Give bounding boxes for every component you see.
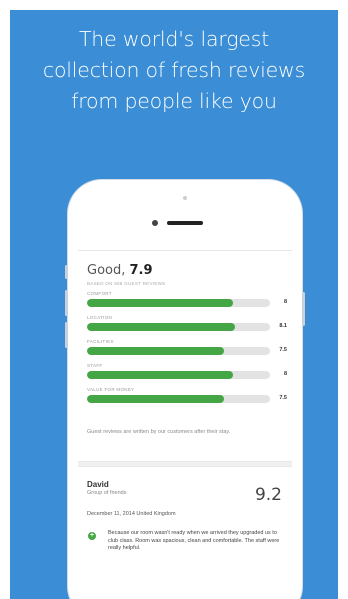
headline-line-2: collection of fresh reviews — [42, 58, 306, 82]
metric-fill — [87, 299, 234, 307]
plus-icon: + — [88, 532, 96, 540]
section-divider — [78, 461, 292, 467]
promo-panel: The world's largest collection of fresh … — [10, 10, 338, 599]
score-label: Good, — [87, 263, 126, 278]
score-heading: Good, 7.9 — [87, 263, 153, 278]
phone-sensor — [183, 196, 187, 200]
headline-line-1: The world's largest — [78, 27, 270, 51]
reviews-note: Guest reviews are written by our custome… — [87, 429, 231, 435]
review-score: 9.2 — [254, 485, 282, 505]
metric-row: LOCATION 8.1 — [87, 315, 287, 337]
metric-fill — [87, 371, 234, 379]
metric-value: 7.5 — [279, 347, 287, 353]
metric-track — [87, 323, 270, 331]
phone-mockup: Good, 7.9 BASED ON 608 GUEST REVIEWS COM… — [65, 180, 305, 599]
metric-fill — [87, 323, 236, 331]
reviewer-group: Group of friends — [87, 490, 127, 496]
metric-label: VALUE FOR MONEY — [87, 387, 135, 392]
score-value: 7.9 — [129, 263, 153, 278]
metric-label: STAFF — [87, 363, 103, 368]
review-text: Because our room wasn't ready when we ar… — [108, 530, 280, 551]
metric-track — [87, 395, 270, 403]
metric-value: 8 — [283, 299, 287, 305]
metric-row: VALUE FOR MONEY 7.5 — [87, 387, 287, 409]
headline: The world's largest collection of fresh … — [10, 24, 338, 117]
phone-screen: Good, 7.9 BASED ON 608 GUEST REVIEWS COM… — [78, 250, 292, 599]
phone-power-button — [302, 292, 305, 326]
metric-track — [87, 371, 270, 379]
metric-label: COMFORT — [87, 291, 112, 296]
metric-value: 7.5 — [279, 395, 287, 401]
phone-mute-switch — [65, 265, 68, 279]
metric-fill — [87, 347, 225, 355]
metric-label: FACILITIES — [87, 339, 114, 344]
metric-value: 8 — [283, 371, 287, 377]
metric-row: STAFF 8 — [87, 363, 287, 385]
phone-volume-up — [65, 290, 68, 316]
metric-label: LOCATION — [87, 315, 113, 320]
reviewer-name: David — [87, 480, 109, 489]
metric-track — [87, 347, 270, 355]
review-date: December 11, 2014 United Kingdom — [87, 511, 176, 517]
score-subtitle: BASED ON 608 GUEST REVIEWS — [87, 281, 166, 286]
phone-volume-down — [65, 322, 68, 348]
metric-fill — [87, 395, 225, 403]
headline-line-3: from people like you — [71, 89, 277, 113]
metric-track — [87, 299, 270, 307]
phone-camera — [152, 220, 158, 226]
metric-value: 8.1 — [279, 323, 287, 329]
metric-row: COMFORT 8 — [87, 291, 287, 313]
phone-speaker — [167, 221, 203, 225]
metric-row: FACILITIES 7.5 — [87, 339, 287, 361]
